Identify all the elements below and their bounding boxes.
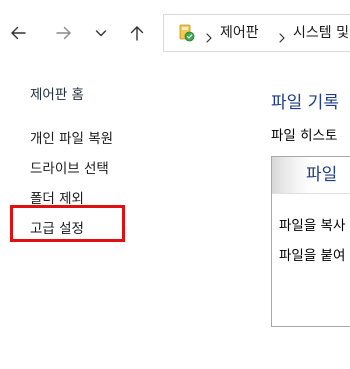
back-button[interactable] [4,19,32,47]
file-history-status-panel: 파일 파일을 복사 파일을 붙여 [271,156,350,327]
arrow-left-icon [8,23,28,43]
arrow-up-icon [127,23,147,43]
sidebar-control-panel-home[interactable]: 제어판 홈 [30,85,84,105]
chevron-down-icon [93,25,109,41]
panel-text-line: 파일을 복사 [279,218,346,234]
recent-locations-button[interactable] [87,19,115,47]
breadcrumb-chevron-icon [205,28,213,43]
control-panel-icon [178,24,196,42]
breadcrumb-chevron-icon [278,28,286,43]
breadcrumb-system-security[interactable]: 시스템 및 [293,23,349,43]
address-bar[interactable]: 제어판 시스템 및 [163,14,350,52]
sidebar-item-select-drive[interactable]: 드라이브 선택 [30,159,109,179]
page-description: 파일 히스토 [271,128,338,144]
panel-text-line: 파일을 붙여 [279,248,346,264]
panel-header: 파일 [272,157,350,194]
up-button[interactable] [123,19,151,47]
navigation-toolbar: 제어판 시스템 및 [0,0,350,66]
file-history-window: 제어판 시스템 및 제어판 홈 개인 파일 복원 드라이브 선택 폴더 제외 고… [0,0,350,369]
arrow-right-icon [54,23,74,43]
highlight-annotation [10,205,125,242]
sidebar-item-restore-files[interactable]: 개인 파일 복원 [30,129,113,149]
breadcrumb-control-panel[interactable]: 제어판 [220,23,259,43]
page-title: 파일 기록 [271,93,339,113]
forward-button[interactable] [50,19,78,47]
panel-title: 파일 [306,165,338,185]
